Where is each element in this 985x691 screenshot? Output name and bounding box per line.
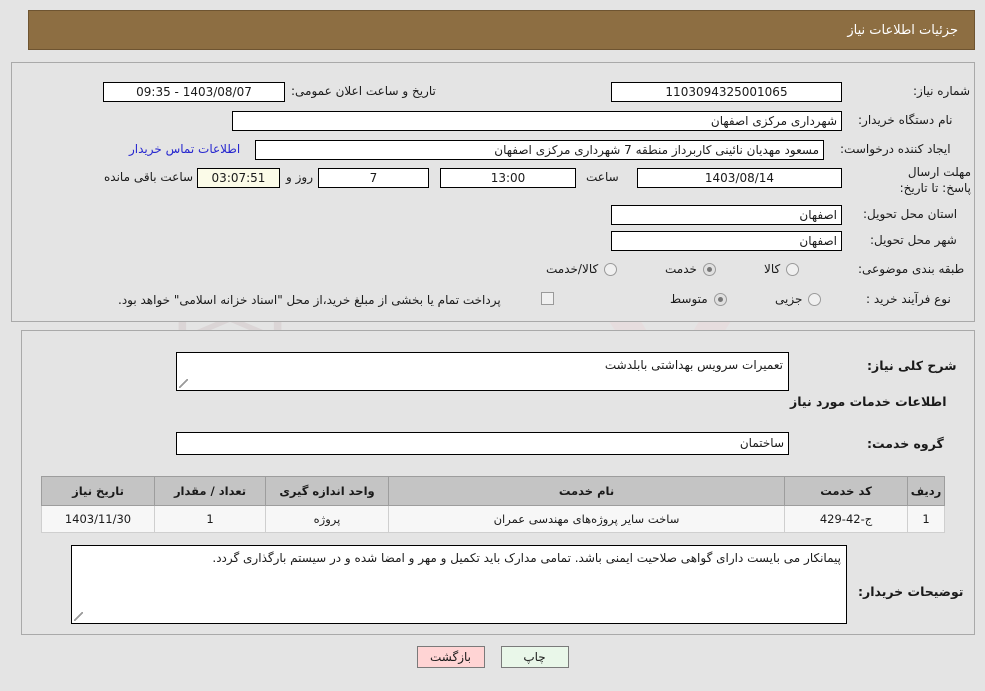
service-group-label: گروه خدمت:: [867, 436, 944, 451]
category-option-khedmat-label: خدمت: [665, 262, 697, 276]
treasury-note: پرداخت تمام یا بخشی از مبلغ خرید،از محل …: [118, 293, 501, 307]
buyer-org-label-wrap: نام دستگاه خریدار:: [858, 113, 953, 127]
public-announce-value: 1403/08/07 - 09:35: [103, 82, 285, 102]
buyer-org-value: شهرداری مرکزی اصفهان: [232, 111, 842, 131]
deadline-label: مهلت ارسال پاسخ: تا تاریخ:: [899, 165, 971, 196]
buyer-notes-textarea[interactable]: پیمانکار می بایست دارای گواهی صلاحیت ایم…: [71, 545, 847, 624]
category-label-wrap: طبقه بندی موضوعی:: [858, 262, 964, 276]
province-value: اصفهان: [611, 205, 842, 225]
th-qty: تعداد / مقدار: [154, 476, 266, 506]
contact-link-wrap[interactable]: اطلاعات تماس خریدار: [129, 142, 240, 156]
remaining-time-label: ساعت باقی مانده: [104, 170, 194, 184]
th-code: کد خدمت: [784, 476, 908, 506]
process-option-jozii-label: جزیی: [775, 292, 803, 306]
remaining-time-label-wrap: ساعت باقی مانده: [104, 170, 193, 184]
cell-unit: پروژه: [265, 505, 389, 533]
need-number-label: شماره نیاز:: [913, 84, 970, 98]
service-group-value: ساختمان: [176, 432, 789, 455]
buyer-org-label: نام دستگاه خریدار:: [858, 113, 953, 127]
remaining-time-value: 03:07:51: [197, 168, 280, 188]
category-option-kala-label: کالا: [764, 262, 781, 276]
need-number-row: شماره نیاز:: [860, 84, 970, 98]
print-button[interactable]: چاپ: [500, 646, 569, 668]
treasury-note-wrap: پرداخت تمام یا بخشی از مبلغ خرید،از محل …: [118, 293, 501, 307]
remaining-days-value: 7: [318, 168, 429, 188]
cell-qty: 1: [154, 505, 266, 533]
deadline-label-wrap: مهلت ارسال پاسخ: تا تاریخ:: [889, 164, 971, 196]
th-date: تاریخ نیاز: [41, 476, 155, 506]
th-unit: واحد اندازه گیری: [265, 476, 389, 506]
category-option-kala-khedmat[interactable]: کالا/خدمت: [546, 262, 618, 276]
cell-code: ج-42-429: [784, 505, 908, 533]
table-row: 1 ج-42-429 ساخت سایر پروژه‌های مهندسی عم…: [41, 505, 945, 533]
city-label-wrap: شهر محل تحویل:: [870, 233, 957, 247]
th-radif: ردیف: [907, 476, 945, 506]
radio-kala-khedmat-icon[interactable]: [604, 262, 618, 276]
process-label: نوع فرآیند خرید :: [866, 292, 951, 306]
services-table: ردیف کد خدمت نام خدمت واحد اندازه گیری ت…: [41, 476, 945, 533]
services-table-wrap: ردیف کد خدمت نام خدمت واحد اندازه گیری ت…: [41, 476, 945, 533]
radio-kala-icon[interactable]: [786, 262, 800, 276]
page-header: جزئیات اطلاعات نیاز: [28, 10, 975, 50]
category-option-kala[interactable]: کالا: [764, 262, 800, 276]
province-label: استان محل تحویل:: [863, 207, 958, 221]
th-name: نام خدمت: [388, 476, 785, 506]
cell-radif: 1: [907, 505, 945, 533]
deadline-hour-label: ساعت: [586, 170, 619, 184]
buyer-contact-link[interactable]: اطلاعات تماس خریدار: [129, 142, 240, 156]
creator-label-wrap: ایجاد کننده درخواست:: [840, 142, 951, 156]
process-option-jozii[interactable]: جزیی: [775, 292, 822, 306]
category-option-khedmat[interactable]: خدمت: [665, 262, 716, 276]
back-button[interactable]: بازگشت: [416, 646, 485, 668]
province-label-wrap: استان محل تحویل:: [863, 207, 957, 221]
creator-label: ایجاد کننده درخواست:: [840, 142, 951, 156]
radio-motevaset-icon[interactable]: [713, 292, 727, 306]
public-announce-label: تاریخ و ساعت اعلان عمومی:: [291, 84, 436, 98]
need-number-value: 1103094325001065: [611, 82, 842, 102]
description-label: شرح کلی نیاز:: [867, 358, 957, 373]
description-textarea[interactable]: تعمیرات سرویس بهداشتی بابلدشت: [176, 352, 789, 391]
button-bar: چاپ بازگشت: [0, 646, 985, 668]
cell-name: ساخت سایر پروژه‌های مهندسی عمران: [388, 505, 785, 533]
creator-value: مسعود مهدیان نائینی کاربرداز منطقه 7 شهر…: [255, 140, 824, 160]
page-title: جزئیات اطلاعات نیاز: [847, 22, 958, 38]
public-announce-label-wrap: تاریخ و ساعت اعلان عمومی:: [291, 84, 436, 98]
treasury-checkbox-icon[interactable]: [541, 292, 554, 305]
deadline-date-value: 1403/08/14: [637, 168, 842, 188]
city-label: شهر محل تحویل:: [870, 233, 957, 247]
process-option-motevaset[interactable]: متوسط: [670, 292, 727, 306]
remaining-days-label-wrap: روز و: [286, 170, 313, 184]
city-value: اصفهان: [611, 231, 842, 251]
deadline-hour-value: 13:00: [440, 168, 576, 188]
services-section-title: اطلاعات خدمات مورد نیاز: [790, 394, 947, 409]
process-label-wrap: نوع فرآیند خرید :: [866, 292, 951, 306]
category-label: طبقه بندی موضوعی:: [858, 262, 965, 276]
treasury-checkbox-wrap[interactable]: [541, 292, 554, 305]
radio-khedmat-icon[interactable]: [702, 262, 716, 276]
buyer-notes-label: توضیحات خریدار:: [858, 584, 964, 599]
table-header-row: ردیف کد خدمت نام خدمت واحد اندازه گیری ت…: [41, 476, 945, 506]
radio-jozii-icon[interactable]: [808, 292, 822, 306]
deadline-hour-label-wrap: ساعت: [586, 170, 619, 184]
remaining-days-label: روز و: [286, 170, 313, 184]
process-option-motevaset-label: متوسط: [670, 292, 708, 306]
cell-date: 1403/11/30: [41, 505, 155, 533]
category-option-kala-khedmat-label: کالا/خدمت: [546, 262, 599, 276]
